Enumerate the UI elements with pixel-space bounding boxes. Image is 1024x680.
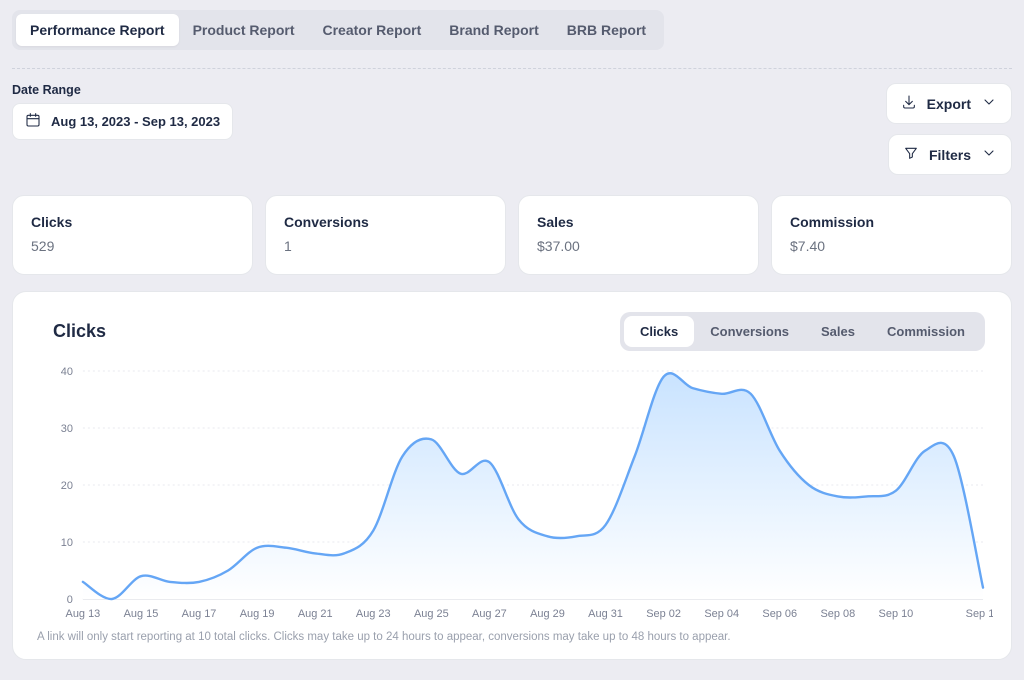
svg-text:Sep 08: Sep 08 — [820, 608, 855, 620]
svg-text:0: 0 — [67, 594, 73, 606]
svg-text:10: 10 — [61, 537, 73, 549]
card-value: $37.00 — [537, 238, 740, 254]
tab-brb-report[interactable]: BRB Report — [553, 14, 660, 46]
chart-tab-clicks[interactable]: Clicks — [624, 316, 694, 347]
svg-text:30: 30 — [61, 423, 73, 435]
chart-tab-conversions[interactable]: Conversions — [694, 316, 805, 347]
card-title: Commission — [790, 214, 993, 230]
chart-title: Clicks — [53, 321, 106, 342]
tab-creator-report[interactable]: Creator Report — [308, 14, 435, 46]
svg-text:Aug 23: Aug 23 — [356, 608, 391, 620]
svg-text:Aug 15: Aug 15 — [124, 608, 159, 620]
filters-label: Filters — [929, 147, 971, 163]
svg-text:Sep 04: Sep 04 — [704, 608, 739, 620]
svg-text:Aug 27: Aug 27 — [472, 608, 507, 620]
svg-text:Sep 06: Sep 06 — [762, 608, 797, 620]
svg-text:Aug 13: Aug 13 — [66, 608, 101, 620]
stats-row: Clicks 529 Conversions 1 Sales $37.00 Co… — [12, 195, 1012, 275]
filter-icon — [903, 145, 919, 164]
tab-product-report[interactable]: Product Report — [179, 14, 309, 46]
card-value: $7.40 — [790, 238, 993, 254]
svg-text:Sep 10: Sep 10 — [879, 608, 914, 620]
date-range-value: Aug 13, 2023 - Sep 13, 2023 — [51, 114, 220, 129]
filters-button[interactable]: Filters — [888, 134, 1012, 175]
card-value: 1 — [284, 238, 487, 254]
action-buttons: Export Filters — [886, 83, 1012, 175]
chevron-down-icon — [981, 94, 997, 113]
svg-text:Aug 19: Aug 19 — [240, 608, 275, 620]
date-range-button[interactable]: Aug 13, 2023 - Sep 13, 2023 — [12, 103, 233, 140]
svg-text:40: 40 — [61, 366, 73, 378]
card-title: Conversions — [284, 214, 487, 230]
svg-text:Aug 29: Aug 29 — [530, 608, 565, 620]
chart-area: 0 10 20 30 40 Aug 13 Aug 15 Aug 17 Aug 19 Aug 21 A… — [35, 363, 993, 621]
card-clicks[interactable]: Clicks 529 — [12, 195, 253, 275]
controls-row: Date Range Aug 13, 2023 - Sep 13, 2023 E… — [12, 83, 1012, 175]
card-value: 529 — [31, 238, 234, 254]
report-tabs: Performance Report Product Report Creato… — [12, 10, 664, 50]
svg-text:Aug 25: Aug 25 — [414, 608, 449, 620]
card-conversions[interactable]: Conversions 1 — [265, 195, 506, 275]
svg-text:Aug 21: Aug 21 — [298, 608, 333, 620]
export-button[interactable]: Export — [886, 83, 1012, 124]
card-sales[interactable]: Sales $37.00 — [518, 195, 759, 275]
chart-panel: Clicks Clicks Conversions Sales Commissi… — [12, 291, 1012, 660]
clicks-chart: 0 10 20 30 40 Aug 13 Aug 15 Aug 17 Aug 19 Aug 21 A… — [35, 363, 993, 621]
svg-text:Aug 31: Aug 31 — [588, 608, 623, 620]
svg-text:20: 20 — [61, 480, 73, 492]
chart-footnote: A link will only start reporting at 10 t… — [37, 631, 993, 643]
tab-performance-report[interactable]: Performance Report — [16, 14, 179, 46]
export-label: Export — [927, 96, 971, 112]
card-title: Sales — [537, 214, 740, 230]
calendar-icon — [25, 112, 41, 131]
svg-text:Aug 17: Aug 17 — [182, 608, 217, 620]
svg-text:Sep 13: Sep 13 — [966, 608, 993, 620]
chevron-down-icon — [981, 145, 997, 164]
tab-brand-report[interactable]: Brand Report — [435, 14, 552, 46]
download-icon — [901, 94, 917, 113]
card-commission[interactable]: Commission $7.40 — [771, 195, 1012, 275]
chart-tabs: Clicks Conversions Sales Commission — [620, 312, 985, 351]
card-title: Clicks — [31, 214, 234, 230]
date-range-block: Date Range Aug 13, 2023 - Sep 13, 2023 — [12, 83, 233, 140]
svg-text:Sep 02: Sep 02 — [646, 608, 681, 620]
chart-header: Clicks Clicks Conversions Sales Commissi… — [39, 312, 985, 351]
date-range-label: Date Range — [12, 83, 233, 97]
chart-tab-sales[interactable]: Sales — [805, 316, 871, 347]
report-page: Performance Report Product Report Creato… — [0, 0, 1024, 680]
chart-tab-commission[interactable]: Commission — [871, 316, 981, 347]
divider — [12, 68, 1012, 69]
